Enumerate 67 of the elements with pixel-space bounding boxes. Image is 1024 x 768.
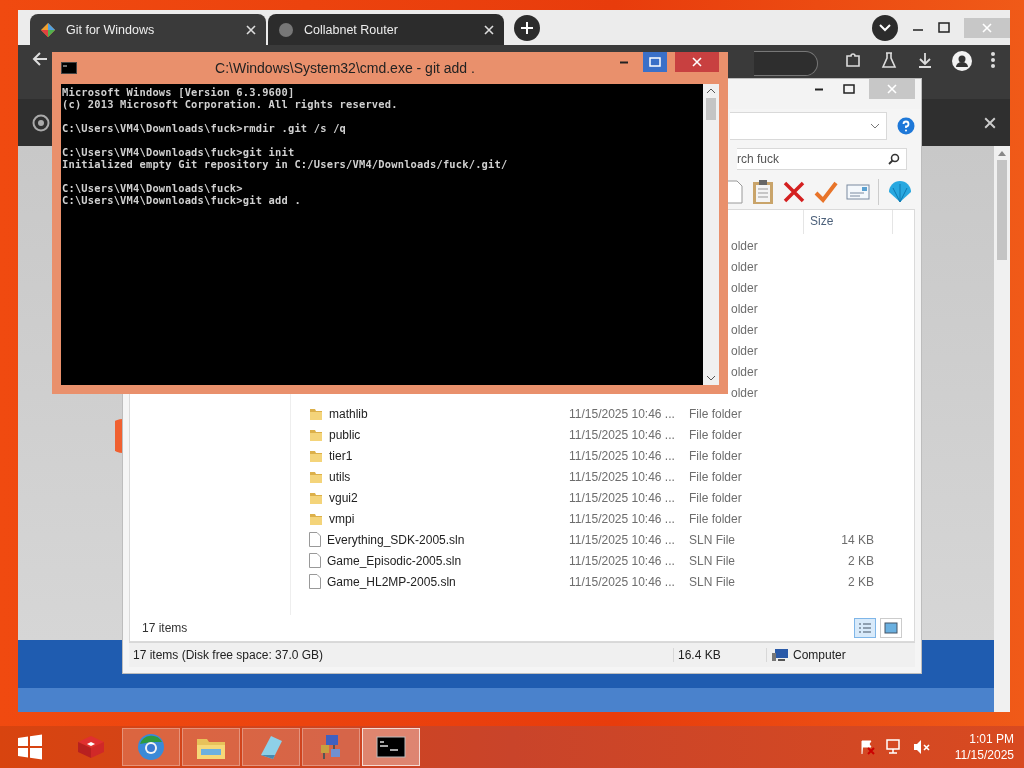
type-cell-text: File folder xyxy=(689,427,743,442)
file-name: Game_HL2MP-2005.sln xyxy=(291,574,569,589)
tab-title: Collabnet Router xyxy=(304,22,399,37)
file-row[interactable]: mathlib 11/15/2025 10:46 ... File folder xyxy=(291,403,914,424)
file-row[interactable]: utils 11/15/2025 10:46 ... File folder xyxy=(291,466,914,487)
type-cell-text: File folder xyxy=(689,448,743,463)
file-name: utils xyxy=(291,469,569,484)
table-cell: older xyxy=(731,301,758,316)
table-cell: older xyxy=(731,322,758,337)
console-line: C:\Users\VM4\Downloads\fuck>rmdir .git /s /q xyxy=(62,122,348,134)
tab-title: Git for Windows xyxy=(66,22,156,37)
date-cell-text: 11/15/2025 10:46 ... xyxy=(569,406,676,421)
type-cell-text: SLN File xyxy=(689,553,736,568)
file-row[interactable]: vgui2 11/15/2025 10:46 ... File folder xyxy=(291,487,914,508)
table-cell: older xyxy=(731,238,758,253)
date-cell-text: 11/15/2025 10:46 ... xyxy=(569,448,676,463)
file-name: Game_Episodic-2005.sln xyxy=(291,553,569,568)
file-row[interactable]: vmpi 11/15/2025 10:46 ... File folder xyxy=(291,508,914,529)
console-line: (c) 2013 Microsoft Corporation. All rights reserved. xyxy=(62,98,399,110)
date-cell-text: 11/15/2025 10:46 ... xyxy=(569,490,676,505)
file-row[interactable]: Game_Episodic-2005.sln 11/15/2025 10:46 ... SLN File 2 KB xyxy=(291,550,914,571)
file-row[interactable]: Everything_SDK-2005.sln 11/15/2025 10:46 ... SLN File 14 KB xyxy=(291,529,914,550)
table-cell: older xyxy=(731,385,758,400)
file-name: public xyxy=(291,427,569,442)
window-title: C:\Windows\System32\cmd.exe - git add . xyxy=(214,60,476,76)
console-line: Initialized empty Git repository in C:/Users/VM4/Downloads/fuck/.git/ xyxy=(62,158,509,170)
table-cell: older xyxy=(731,364,758,379)
type-cell-text: SLN File xyxy=(689,532,736,547)
size-cell-text: 2 KB xyxy=(847,574,874,589)
clock-time[interactable]: 1:01 PM xyxy=(969,731,1014,747)
file-name: vgui2 xyxy=(291,490,569,505)
console-line: Microsoft Windows [Version 6.3.9600] xyxy=(62,86,296,98)
type-cell-text: File folder xyxy=(689,490,743,505)
file-row[interactable]: Game_HL2MP-2005.sln 11/15/2025 10:46 ... SLN File 2 KB xyxy=(291,571,914,592)
browser-tab[interactable]: Git for Windows xyxy=(30,14,266,45)
date-cell-text: 11/15/2025 10:46 ... xyxy=(569,574,676,589)
table-cell: older xyxy=(731,280,758,295)
location-text: Computer xyxy=(793,648,846,662)
size-cell-text: 14 KB xyxy=(840,532,874,547)
clock-date[interactable]: 11/15/2025 xyxy=(954,747,1014,763)
file-name: mathlib xyxy=(291,406,569,421)
file-row[interactable]: tier1 11/15/2025 10:46 ... File folder xyxy=(291,445,914,466)
status-text: 17 items (Disk free space: 37.0 GB) xyxy=(129,648,674,662)
date-cell-text: 11/15/2025 10:46 ... xyxy=(569,553,676,568)
file-name: Everything_SDK-2005.sln xyxy=(291,532,569,547)
file-row[interactable]: public 11/15/2025 10:46 ... File folder xyxy=(291,424,914,445)
search-field[interactable]: rch fuck xyxy=(737,148,907,170)
date-cell-text: 11/15/2025 10:46 ... xyxy=(569,469,676,484)
table-cell: older xyxy=(731,343,758,358)
size-cell-text: 2 KB xyxy=(847,553,874,568)
file-name: tier1 xyxy=(291,448,569,463)
date-cell-text: 11/15/2025 10:46 ... xyxy=(569,427,676,442)
type-cell-text: File folder xyxy=(689,469,743,484)
type-cell-text: File folder xyxy=(689,511,743,526)
type-cell-text: SLN File xyxy=(689,574,736,589)
column-header[interactable]: Size xyxy=(803,210,893,234)
browser-tab[interactable]: Collabnet Router xyxy=(268,14,504,45)
console-line: C:\Users\VM4\Downloads\fuck> xyxy=(62,182,244,194)
console-line: C:\Users\VM4\Downloads\fuck>git add . xyxy=(62,194,302,206)
table-cell: older xyxy=(731,259,758,274)
type-cell-text: File folder xyxy=(689,406,743,421)
date-cell-text: 11/15/2025 10:46 ... xyxy=(569,532,676,547)
item-count: 17 items xyxy=(142,621,188,635)
status-size: 16.4 KB xyxy=(674,648,767,662)
console-line: C:\Users\VM4\Downloads\fuck>git init xyxy=(62,146,295,158)
date-cell-text: 11/15/2025 10:46 ... xyxy=(569,511,676,526)
file-name: vmpi xyxy=(291,511,569,526)
